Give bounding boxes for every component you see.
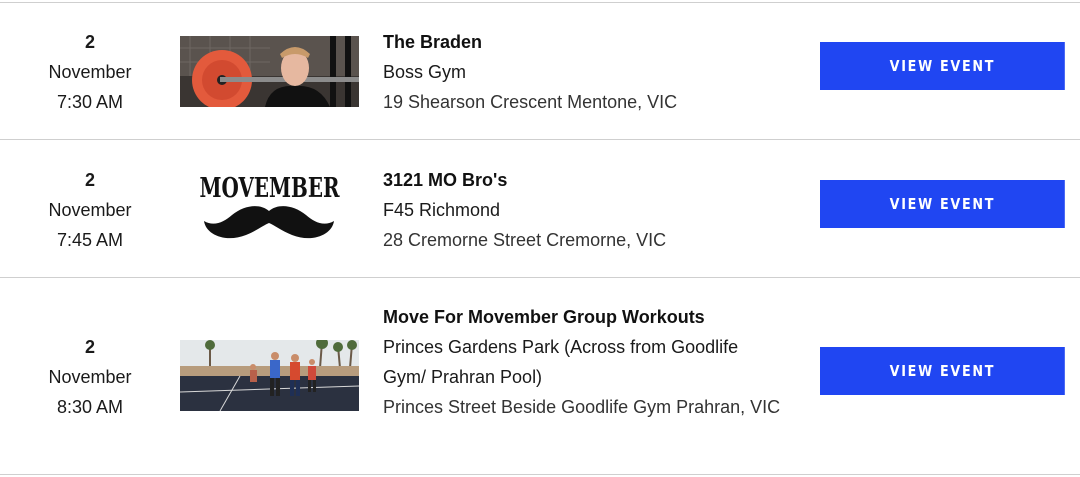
event-address: 19 Shearson Crescent Mentone, VIC xyxy=(383,92,678,112)
event-day: 2 xyxy=(84,337,95,357)
view-event-button[interactable]: VIEW EVENT xyxy=(820,180,1065,228)
event-month: November xyxy=(48,200,132,220)
event-venue: Boss Gym xyxy=(383,62,467,82)
event-image[interactable] xyxy=(180,36,359,107)
event-info: The Braden Boss Gym 19 Shearson Crescent… xyxy=(383,27,783,117)
event-address: 28 Cremorne Street Cremorne, VIC xyxy=(383,230,667,250)
event-address: Princes Street Beside Goodlife Gym Prahr… xyxy=(383,397,781,417)
event-month: November xyxy=(48,367,132,387)
event-title[interactable]: The Braden xyxy=(383,27,783,57)
event-day: 2 xyxy=(84,32,95,52)
event-image[interactable] xyxy=(180,340,359,411)
event-info: Move For Movember Group Workouts Princes… xyxy=(383,302,783,422)
movember-logo[interactable]: MOVEMBER xyxy=(180,169,359,249)
event-row: 2 November 7:45 AM MOVEMBER 3121 MO Bro'… xyxy=(0,139,1080,277)
event-date: 2 November 7:30 AM xyxy=(20,27,160,117)
view-event-button[interactable]: VIEW EVENT xyxy=(820,42,1065,90)
divider xyxy=(0,474,1080,475)
event-time: 7:30 AM xyxy=(56,92,124,112)
event-date: 2 November 7:45 AM xyxy=(20,165,160,255)
event-day: 2 xyxy=(84,170,95,190)
event-title[interactable]: Move For Movember Group Workouts xyxy=(383,302,783,332)
event-venue: F45 Richmond xyxy=(383,200,501,220)
event-time: 8:30 AM xyxy=(56,397,124,417)
view-event-button[interactable]: VIEW EVENT xyxy=(820,347,1065,395)
event-title[interactable]: 3121 MO Bro's xyxy=(383,165,783,195)
event-time: 7:45 AM xyxy=(56,230,124,250)
event-date: 2 November 8:30 AM xyxy=(20,332,160,422)
event-month: November xyxy=(48,62,132,82)
event-row: 2 November 8:30 AM Move For Movember Gro… xyxy=(0,277,1080,474)
event-row: 2 November 7:30 AM The Braden Boss Gym 1 xyxy=(0,0,1080,139)
event-info: 3121 MO Bro's F45 Richmond 28 Cremorne S… xyxy=(383,165,783,255)
event-venue: Princes Gardens Park (Across from Goodli… xyxy=(383,337,739,387)
movember-logo-text: MOVEMBER xyxy=(200,173,340,204)
